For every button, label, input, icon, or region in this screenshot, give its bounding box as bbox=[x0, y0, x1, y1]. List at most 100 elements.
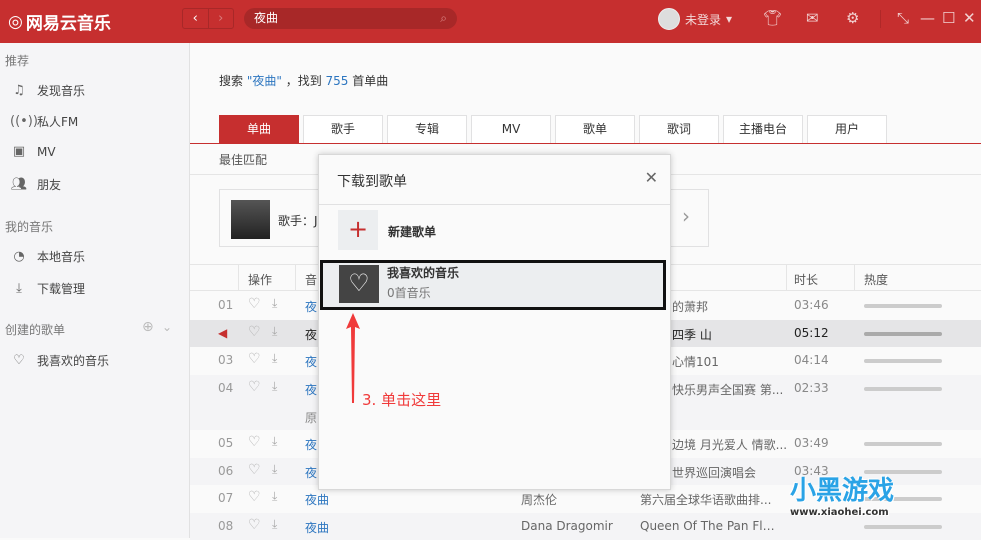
forward-button[interactable]: › bbox=[208, 9, 234, 28]
song-artist[interactable]: 周杰伦 bbox=[521, 491, 557, 508]
mail-icon[interactable]: ✉ bbox=[806, 9, 819, 27]
song-album[interactable]: 四季 山 bbox=[672, 326, 712, 343]
favorites-playlist-item[interactable]: ♡ 我喜欢的音乐 0首音乐 bbox=[320, 260, 666, 310]
playing-speaker-icon: ◀ bbox=[218, 326, 227, 340]
heart-icon[interactable]: ♡ bbox=[248, 379, 261, 395]
download-icon[interactable]: ⤓ bbox=[272, 462, 277, 477]
radio-icon: ((•)) bbox=[10, 114, 28, 129]
song-album[interactable]: 世界巡回演唱会 bbox=[672, 464, 756, 481]
caret-down-icon: ▾ bbox=[726, 12, 732, 26]
gear-icon[interactable]: ⚙ bbox=[846, 9, 859, 27]
user-menu[interactable]: 未登录▾ bbox=[658, 8, 732, 30]
download-icon[interactable]: ⤓ bbox=[272, 517, 277, 532]
section-created-playlists: 创建的歌单 bbox=[5, 321, 65, 338]
annotation-text: 3. 单击这里 bbox=[362, 389, 441, 410]
song-album[interactable]: Queen Of The Pan Flute bbox=[640, 519, 782, 533]
watermark: 小黑游戏www.xiaohei.com bbox=[790, 470, 894, 518]
close-icon[interactable]: ✕ bbox=[963, 9, 976, 27]
tab-radio[interactable]: 主播电台 bbox=[723, 115, 803, 143]
sidebar-item-favorites[interactable]: ♡我喜欢的音乐 bbox=[10, 352, 109, 369]
download-icon: ⤓ bbox=[10, 281, 28, 296]
sidebar-item-local[interactable]: ◔本地音乐 bbox=[10, 248, 85, 265]
song-duration: 02:33 bbox=[794, 381, 829, 395]
chevron-down-icon[interactable]: ⌄ bbox=[162, 320, 172, 334]
friends-icon: 👥︎ bbox=[10, 177, 28, 192]
sidebar-item-mv[interactable]: ▣MV bbox=[10, 144, 56, 159]
title-bar: ◎网易云音乐 ‹› 夜曲⌕ 未登录▾ 👕︎ ✉ ⚙ ⤡ — ☐ ✕ bbox=[0, 0, 981, 43]
download-icon[interactable]: ⤓ bbox=[272, 434, 277, 449]
sidebar-item-downloads[interactable]: ⤓下载管理 bbox=[10, 280, 85, 297]
song-album[interactable]: 快乐男声全国赛 第... bbox=[672, 381, 783, 398]
popularity-bar bbox=[864, 525, 942, 529]
sidebar-item-fm[interactable]: ((•))私人FM bbox=[10, 113, 78, 130]
song-title[interactable]: 夜 bbox=[305, 464, 317, 481]
song-title[interactable]: 夜 bbox=[305, 436, 317, 453]
song-title[interactable]: 夜曲 bbox=[305, 519, 329, 536]
heart-icon[interactable]: ♡ bbox=[248, 517, 261, 533]
download-icon[interactable]: ⤓ bbox=[272, 296, 277, 311]
tab-lyrics[interactable]: 歌词 bbox=[639, 115, 719, 143]
download-icon[interactable]: ⤓ bbox=[272, 351, 277, 366]
tab-albums[interactable]: 专辑 bbox=[387, 115, 467, 143]
maximize-icon[interactable]: ☐ bbox=[942, 9, 955, 27]
sidebar-item-discover[interactable]: ♫发现音乐 bbox=[10, 82, 85, 99]
download-icon[interactable]: ⤓ bbox=[272, 379, 277, 394]
app-logo[interactable]: ◎网易云音乐 bbox=[8, 9, 111, 34]
song-duration: 03:46 bbox=[794, 298, 829, 312]
heart-icon[interactable]: ♡ bbox=[248, 462, 261, 478]
heart-icon[interactable]: ♡ bbox=[248, 324, 261, 340]
section-recommend: 推荐 bbox=[5, 52, 29, 69]
song-album[interactable]: 边境 月光爱人 情歌... bbox=[672, 436, 787, 453]
new-playlist-button[interactable]: 新建歌单 bbox=[388, 223, 436, 240]
plus-icon[interactable]: + bbox=[338, 210, 378, 250]
search-input[interactable]: 夜曲⌕ bbox=[244, 8, 457, 29]
row-number: 06 bbox=[218, 464, 233, 478]
tab-playlists[interactable]: 歌单 bbox=[555, 115, 635, 143]
add-playlist-icon[interactable]: ⊕ bbox=[142, 319, 154, 335]
artist-photo bbox=[231, 200, 270, 239]
song-title[interactable]: 夜 bbox=[305, 353, 317, 370]
row-number: 03 bbox=[218, 353, 233, 367]
skin-icon[interactable]: 👕︎ bbox=[763, 9, 782, 27]
song-title[interactable]: 夜曲 bbox=[305, 491, 329, 508]
download-icon[interactable]: ⤓ bbox=[272, 324, 277, 339]
download-to-playlist-dialog: 下载到歌单 ✕ + 新建歌单 ♡ 我喜欢的音乐 0首音乐 bbox=[318, 154, 671, 490]
heart-icon[interactable]: ♡ bbox=[248, 351, 261, 367]
heart-icon[interactable]: ♡ bbox=[248, 296, 261, 312]
song-title[interactable]: 夜 bbox=[305, 326, 317, 343]
tab-underline bbox=[190, 143, 981, 144]
heart-icon[interactable]: ♡ bbox=[248, 489, 261, 505]
chevron-right-icon[interactable]: › bbox=[682, 204, 690, 228]
song-artist[interactable]: Dana Dragomir bbox=[521, 519, 613, 533]
tab-artists[interactable]: 歌手 bbox=[303, 115, 383, 143]
avatar bbox=[658, 8, 680, 30]
divider bbox=[880, 10, 881, 28]
popularity-bar bbox=[864, 332, 942, 336]
song-album[interactable]: 的萧邦 bbox=[672, 298, 708, 315]
section-my-music: 我的音乐 bbox=[5, 218, 53, 235]
search-icon[interactable]: ⌕ bbox=[440, 8, 447, 29]
song-title[interactable]: 夜 bbox=[305, 381, 317, 398]
local-music-icon: ◔ bbox=[10, 249, 28, 264]
close-icon[interactable]: ✕ bbox=[645, 168, 658, 187]
tab-users[interactable]: 用户 bbox=[807, 115, 887, 143]
song-title[interactable]: 夜 bbox=[305, 298, 317, 315]
song-album[interactable]: 心情101 bbox=[672, 353, 719, 370]
minimize-icon[interactable]: — bbox=[920, 9, 935, 27]
song-duration: 05:12 bbox=[794, 326, 829, 340]
divider bbox=[319, 204, 670, 205]
mini-mode-icon[interactable]: ⤡ bbox=[897, 9, 909, 27]
row-number: 01 bbox=[218, 298, 233, 312]
sidebar: 推荐 ♫发现音乐 ((•))私人FM ▣MV 👥︎朋友 我的音乐 ◔本地音乐 ⤓… bbox=[0, 43, 190, 538]
tab-songs[interactable]: 单曲 bbox=[219, 115, 299, 143]
video-icon: ▣ bbox=[10, 144, 28, 159]
sidebar-item-friends[interactable]: 👥︎朋友 bbox=[10, 176, 61, 193]
song-album[interactable]: 第六届全球华语歌曲排... bbox=[640, 491, 782, 508]
heart-icon[interactable]: ♡ bbox=[248, 434, 261, 450]
back-button[interactable]: ‹ bbox=[183, 9, 208, 28]
row-number: 08 bbox=[218, 519, 233, 533]
tab-mv[interactable]: MV bbox=[471, 115, 551, 143]
download-icon[interactable]: ⤓ bbox=[272, 489, 277, 504]
heart-icon: ♡ bbox=[339, 265, 379, 303]
heart-icon: ♡ bbox=[10, 353, 28, 368]
